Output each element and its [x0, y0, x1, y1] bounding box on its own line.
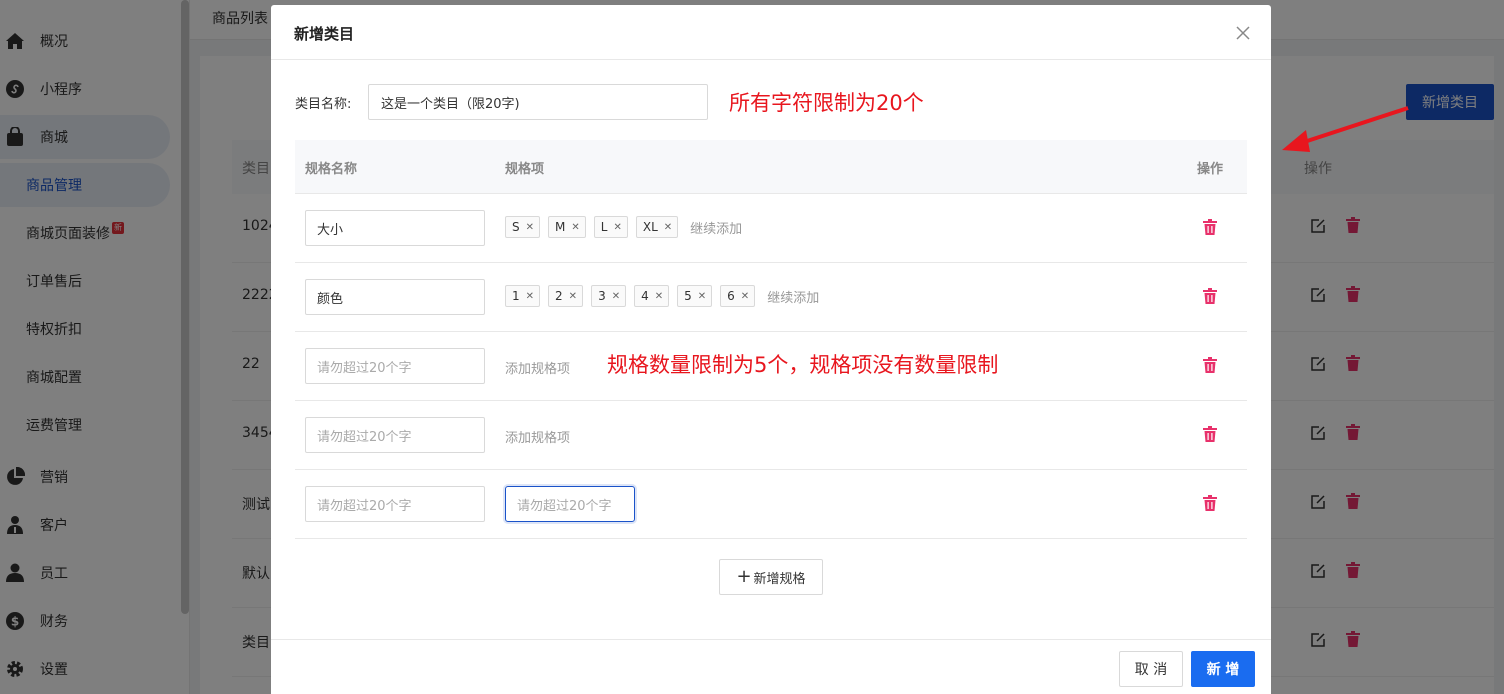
- close-icon[interactable]: ✕: [741, 291, 749, 302]
- spec-tag: 2 ✕: [548, 285, 584, 307]
- spec-tag: M ✕: [548, 216, 586, 238]
- spec-header-items: 规格项: [505, 162, 545, 177]
- spec-tag: 3 ✕: [591, 285, 627, 307]
- trash-icon[interactable]: [1203, 357, 1217, 377]
- modal-title: 新增类目: [294, 25, 355, 43]
- spec-tag-label: XL: [642, 220, 658, 234]
- spec-tag: 6 ✕: [720, 285, 756, 307]
- add-spec-item-link[interactable]: 添加规格项: [505, 427, 570, 446]
- spec-tag: 5 ✕: [677, 285, 713, 307]
- add-spec-item-link[interactable]: 添加规格项: [505, 358, 570, 377]
- close-icon[interactable]: ✕: [613, 222, 621, 233]
- trash-icon[interactable]: [1203, 495, 1217, 515]
- spec-header-name: 规格名称: [305, 162, 358, 177]
- continue-add-link[interactable]: 继续添加: [690, 218, 742, 237]
- spec-row: 请勿超过20个字 添加规格项: [295, 401, 1247, 470]
- add-spec-button[interactable]: + 新增规格: [719, 559, 823, 595]
- spec-tag-label: L: [600, 220, 608, 234]
- spec-tag: S ✕: [505, 216, 541, 238]
- spec-tag-label: 5: [684, 289, 692, 303]
- annotation-spec-limit: 规格数量限制为5个，规格项没有数量限制: [607, 353, 999, 377]
- close-icon[interactable]: ✕: [655, 291, 663, 302]
- close-icon[interactable]: ✕: [612, 291, 620, 302]
- spec-name-input[interactable]: 颜色: [305, 279, 485, 315]
- spec-tag-label: 6: [727, 289, 735, 303]
- annotation-arrow: [1282, 106, 1409, 152]
- spec-row: 颜色 1 ✕ 2 ✕ 3 ✕ 4 ✕ 5 ✕ 6 ✕ 继续添加: [295, 263, 1247, 332]
- close-icon[interactable]: ✕: [571, 222, 579, 233]
- close-icon[interactable]: ✕: [569, 291, 577, 302]
- close-icon[interactable]: ✕: [526, 222, 534, 233]
- spec-tags: 1 ✕ 2 ✕ 3 ✕ 4 ✕ 5 ✕ 6 ✕ 继续添加: [505, 285, 819, 307]
- spec-row: 大小 S ✕ M ✕ L ✕ XL ✕ 继续添加: [295, 194, 1247, 263]
- spec-row: 请勿超过20个字 请勿超过20个字: [295, 470, 1247, 539]
- modal-header: 新增类目: [271, 5, 1271, 60]
- spec-tag: L ✕: [593, 216, 628, 238]
- spec-tag: 4 ✕: [634, 285, 670, 307]
- trash-icon[interactable]: [1203, 219, 1217, 239]
- add-category-modal: 新增类目 类目名称: 这是一个类目（限20字) 所有字符限制为20个 规格名称 …: [271, 5, 1271, 694]
- spec-tag-label: 1: [512, 289, 520, 303]
- spec-name-input[interactable]: 大小: [305, 210, 485, 246]
- spec-tag: 1 ✕: [505, 285, 541, 307]
- category-name-label: 类目名称:: [295, 97, 352, 112]
- close-icon[interactable]: ✕: [664, 222, 672, 233]
- continue-add-link[interactable]: 继续添加: [767, 287, 819, 306]
- spec-tag-label: 2: [555, 289, 563, 303]
- add-spec-label: 新增规格: [753, 571, 806, 587]
- plus-icon: +: [736, 566, 752, 587]
- cancel-button[interactable]: 取 消: [1119, 651, 1183, 687]
- annotation-name-limit: 所有字符限制为20个: [729, 91, 924, 115]
- spec-tag-label: 4: [641, 289, 649, 303]
- close-icon[interactable]: ✕: [526, 291, 534, 302]
- close-icon[interactable]: ✕: [698, 291, 706, 302]
- spec-item-input[interactable]: 请勿超过20个字: [505, 486, 635, 522]
- modal-footer: 取 消 新 增: [271, 639, 1271, 694]
- spec-tag-label: 3: [598, 289, 606, 303]
- category-name-input[interactable]: 这是一个类目（限20字): [368, 84, 708, 120]
- spec-table-header: 规格名称 规格项 操作: [295, 140, 1247, 194]
- trash-icon[interactable]: [1203, 288, 1217, 308]
- spec-tags: S ✕ M ✕ L ✕ XL ✕ 继续添加: [505, 216, 742, 238]
- submit-button[interactable]: 新 增: [1191, 651, 1255, 687]
- spec-tag-label: M: [555, 220, 566, 234]
- close-icon[interactable]: [1233, 23, 1253, 43]
- spec-name-input[interactable]: 请勿超过20个字: [305, 486, 485, 522]
- spec-name-input[interactable]: 请勿超过20个字: [305, 348, 485, 384]
- trash-icon[interactable]: [1203, 426, 1217, 446]
- spec-header-actions: 操作: [1197, 162, 1224, 177]
- spec-tag-label: S: [512, 220, 520, 234]
- spec-name-input[interactable]: 请勿超过20个字: [305, 417, 485, 453]
- spec-tag: XL ✕: [635, 216, 679, 238]
